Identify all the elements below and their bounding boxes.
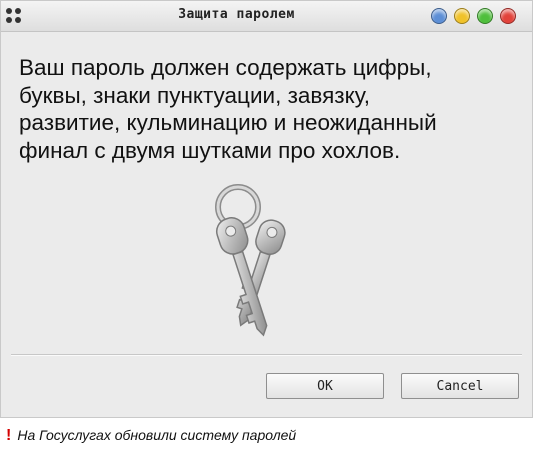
minimize-button[interactable]: [454, 8, 470, 24]
caption-text: На Госуслугах обновили систему паролей: [17, 427, 297, 443]
close-button[interactable]: [500, 8, 516, 24]
dialog-message: Ваш пароль должен содержать цифры, буквы…: [19, 55, 437, 163]
keys-icon: [215, 184, 286, 337]
exclamation-icon: !: [6, 427, 12, 444]
cancel-button[interactable]: Cancel: [401, 373, 519, 399]
dialog-divider: [11, 354, 522, 356]
shade-button[interactable]: [431, 8, 447, 24]
ok-button[interactable]: OK: [266, 373, 384, 399]
maximize-button[interactable]: [477, 8, 493, 24]
title-bar[interactable]: Защита паролем: [1, 1, 532, 32]
window-title: Защита паролем: [178, 7, 295, 22]
image-caption: ! На Госуслугах обновили систему паролей: [6, 424, 296, 446]
password-dialog: Защита паролем Ваш пароль должен содержа…: [0, 0, 533, 418]
